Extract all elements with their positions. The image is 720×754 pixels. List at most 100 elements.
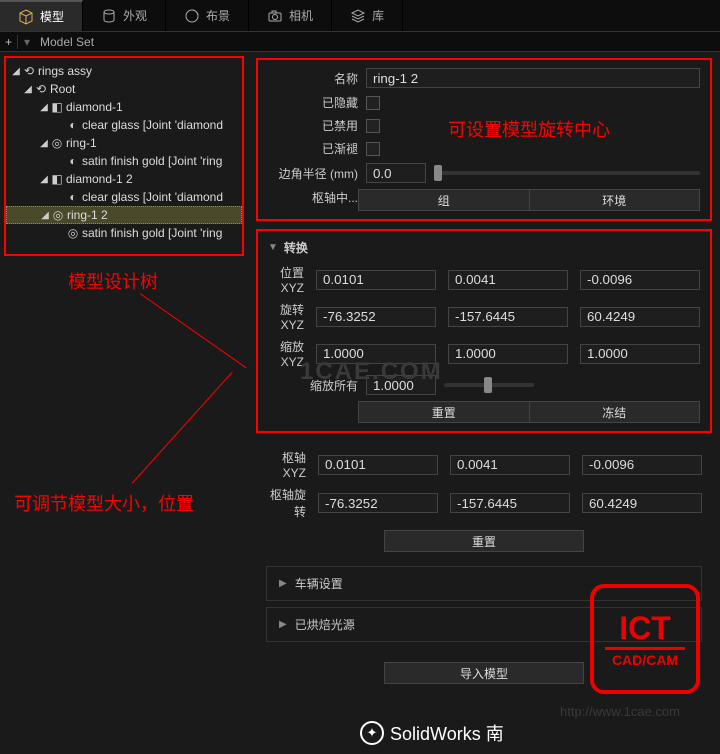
pivot-rot-z-input[interactable]: [582, 493, 702, 513]
rotation-label: 旋转 XYZ: [268, 301, 304, 332]
round-label: 边角半径 (mm): [268, 165, 358, 182]
collapse-icon[interactable]: ◢: [22, 84, 34, 95]
tree-node-diamond12[interactable]: ◢◧diamond-1 2: [6, 170, 242, 188]
part-icon: ◧: [50, 100, 64, 114]
chevron-right-icon: ▶: [279, 578, 287, 589]
logo-text: ICT: [619, 610, 671, 647]
rot-y-input[interactable]: [448, 307, 568, 327]
camera-icon: [267, 8, 283, 24]
chevron-down-icon[interactable]: ▾: [18, 35, 36, 49]
scale-all-slider[interactable]: [444, 383, 534, 387]
link-icon: ⟲: [34, 82, 48, 96]
pivot-rot-y-input[interactable]: [450, 493, 570, 513]
pos-y-input[interactable]: [448, 270, 568, 290]
collapse-icon[interactable]: ◢: [38, 102, 50, 113]
pivot-rot-x-input[interactable]: [318, 493, 438, 513]
group-button[interactable]: 组: [358, 189, 530, 211]
transform-section: ▼转换 位置 XYZ 旋转 XYZ 缩放 XYZ 缩放所有 重置冻结: [256, 229, 712, 433]
top-tabs: 模型 外观 布景 相机 库: [0, 0, 720, 32]
collapse-icon[interactable]: ◢: [39, 210, 51, 221]
eye-icon: ◎: [50, 136, 64, 150]
pivot-section: 枢轴 XYZ 枢轴旋转 重置: [256, 441, 712, 560]
scale-label: 缩放 XYZ: [268, 338, 304, 369]
pos-x-input[interactable]: [316, 270, 436, 290]
tab-appearance[interactable]: 外观: [83, 0, 166, 31]
collapse-icon[interactable]: ◢: [10, 66, 22, 77]
footer: ✦ SolidWorks 南: [360, 720, 504, 746]
palette-icon: [184, 8, 200, 24]
pivot-y-input[interactable]: [450, 455, 570, 475]
model-set-bar: + ▾ Model Set: [0, 32, 720, 52]
model-tree: ◢⟲rings assy ◢⟲Root ◢◧diamond-1 ◐clear g…: [4, 56, 244, 256]
tab-model[interactable]: 模型: [0, 0, 83, 31]
rot-z-input[interactable]: [580, 307, 700, 327]
model-set-label[interactable]: Model Set: [36, 35, 94, 49]
tree-node-assy[interactable]: ◢⟲rings assy: [6, 62, 242, 80]
ict-logo: ICT CAD/CAM: [590, 584, 700, 694]
reset-button[interactable]: 重置: [358, 401, 530, 423]
freeze-button[interactable]: 冻结: [530, 401, 701, 423]
fade-checkbox[interactable]: [366, 142, 380, 156]
part-icon: ◧: [50, 172, 64, 186]
tab-library[interactable]: 库: [332, 0, 403, 31]
link-icon: ⟲: [22, 64, 36, 78]
scl-z-input[interactable]: [580, 344, 700, 364]
tree-node-gold2[interactable]: ◎satin finish gold [Joint 'ring: [6, 224, 242, 242]
tab-label: 模型: [40, 8, 64, 25]
tree-node-ring12[interactable]: ◢◎ring-1 2: [6, 206, 242, 224]
eye-icon: ◎: [66, 226, 80, 240]
collapse-icon[interactable]: ◢: [38, 138, 50, 149]
tab-scene[interactable]: 布景: [166, 0, 249, 31]
eye-icon: ◎: [51, 208, 65, 222]
pivot-xyz-label: 枢轴 XYZ: [266, 449, 306, 480]
pivot-x-input[interactable]: [318, 455, 438, 475]
chevron-down-icon[interactable]: ▼: [268, 242, 278, 253]
vehicle-label: 车辆设置: [295, 575, 343, 592]
round-slider[interactable]: [434, 171, 700, 175]
rot-x-input[interactable]: [316, 307, 436, 327]
collapse-icon[interactable]: ◢: [38, 174, 50, 185]
tab-label: 相机: [289, 7, 313, 24]
material-icon: ◐: [66, 190, 80, 204]
round-input[interactable]: [366, 163, 426, 183]
name-input[interactable]: [366, 68, 700, 88]
name-label: 名称: [268, 70, 358, 87]
pivot-z-input[interactable]: [582, 455, 702, 475]
tree-node-clearglass2[interactable]: ◐clear glass [Joint 'diamond: [6, 188, 242, 206]
database-icon: [101, 8, 117, 24]
wechat-icon: ✦: [360, 721, 384, 745]
scl-y-input[interactable]: [448, 344, 568, 364]
cube-icon: [18, 9, 34, 25]
env-button[interactable]: 环境: [530, 189, 701, 211]
hidden-label: 已隐藏: [268, 94, 358, 111]
tree-node-diamond1[interactable]: ◢◧diamond-1: [6, 98, 242, 116]
tree-node-root[interactable]: ◢⟲Root: [6, 80, 242, 98]
pos-z-input[interactable]: [580, 270, 700, 290]
disabled-label: 已禁用: [268, 117, 358, 134]
baked-label: 已烘焙光源: [295, 616, 355, 633]
material-icon: ◐: [66, 154, 80, 168]
footer-text: SolidWorks 南: [390, 720, 504, 746]
annotation-size: 可调节模型大小，位置: [14, 490, 194, 516]
pivot-reset-button[interactable]: 重置: [384, 530, 584, 552]
add-model-set-button[interactable]: +: [0, 35, 18, 49]
logo-subtext: CAD/CAM: [605, 647, 685, 668]
transform-header: 转换: [284, 239, 308, 256]
chevron-right-icon: ▶: [279, 619, 287, 630]
tab-label: 布景: [206, 7, 230, 24]
tree-node-ring1[interactable]: ◢◎ring-1: [6, 134, 242, 152]
disabled-checkbox[interactable]: [366, 119, 380, 133]
scale-all-input[interactable]: [366, 375, 436, 395]
tab-camera[interactable]: 相机: [249, 0, 332, 31]
tree-node-clearglass1[interactable]: ◐clear glass [Joint 'diamond: [6, 116, 242, 134]
annotation-tree: 模型设计树: [68, 268, 158, 294]
pivot-rot-label: 枢轴旋转: [266, 486, 306, 520]
position-label: 位置 XYZ: [268, 264, 304, 295]
tab-label: 外观: [123, 7, 147, 24]
tree-node-gold1[interactable]: ◐satin finish gold [Joint 'ring: [6, 152, 242, 170]
material-icon: ◐: [66, 118, 80, 132]
annotation-rotation-center: 可设置模型旋转中心: [448, 116, 610, 142]
import-model-button[interactable]: 导入模型: [384, 662, 584, 684]
scl-x-input[interactable]: [316, 344, 436, 364]
hidden-checkbox[interactable]: [366, 96, 380, 110]
